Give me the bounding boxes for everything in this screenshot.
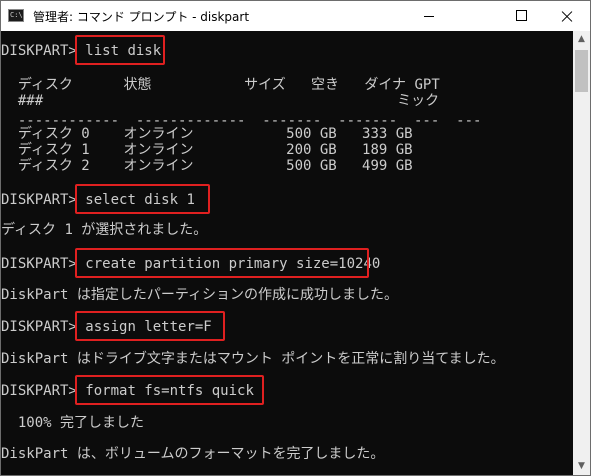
prompt: DISKPART> xyxy=(1,43,86,59)
table-row: ディスク 2 オンライン 500 GB 499 GB xyxy=(1,158,413,174)
table-header-2: ### ミック xyxy=(1,93,440,109)
scroll-down-arrow-icon[interactable]: ▼ xyxy=(573,458,590,475)
title-bar[interactable]: C:\ 管理者: コマンド プロンプト - diskpart xyxy=(1,1,590,31)
highlight-box-list-disk xyxy=(75,35,165,65)
vertical-scrollbar[interactable]: ▲ ▼ xyxy=(573,31,590,475)
scrollbar-thumb[interactable] xyxy=(575,50,588,92)
table-row: ディスク 1 オンライン 200 GB 189 GB xyxy=(1,142,413,158)
window-title: 管理者: コマンド プロンプト - diskpart xyxy=(33,10,250,24)
scroll-up-arrow-icon[interactable]: ▲ xyxy=(573,31,590,48)
console-output[interactable]: DISKPART> list disk ディスク 状態 サイズ 空き ダイナ G… xyxy=(1,31,573,475)
output-line: 100% 完了しました xyxy=(1,415,145,431)
output-line: DiskPart はドライブ文字またはマウント ポイントを正常に割り当てました。 xyxy=(1,351,505,367)
minimize-button[interactable] xyxy=(406,1,452,31)
maximize-icon xyxy=(516,10,527,21)
minimize-icon xyxy=(424,16,434,17)
maximize-button[interactable] xyxy=(498,1,544,30)
prompt: DISKPART> xyxy=(1,319,86,335)
highlight-box-assign-letter xyxy=(75,311,225,341)
prompt: DISKPART> xyxy=(1,192,86,208)
prompt: DISKPART> xyxy=(1,256,86,272)
highlight-box-create-partition xyxy=(75,248,369,278)
table-row: ディスク 0 オンライン 500 GB 333 GB xyxy=(1,126,413,142)
close-button[interactable] xyxy=(544,1,590,31)
output-line: DiskPart は指定したパーティションの作成に成功しました。 xyxy=(1,287,399,303)
output-line: ディスク 1 が選択されました。 xyxy=(1,222,208,238)
highlight-box-format xyxy=(75,375,264,405)
console-app-icon: C:\ xyxy=(8,9,24,22)
prompt: DISKPART> xyxy=(1,383,86,399)
table-header: ディスク 状態 サイズ 空き ダイナ GPT xyxy=(1,77,440,93)
output-line: DiskPart は、ボリュームのフォーマットを完了しました。 xyxy=(1,446,385,462)
command-prompt-window: C:\ 管理者: コマンド プロンプト - diskpart DISKPART>… xyxy=(0,0,591,476)
highlight-box-select-disk xyxy=(75,184,210,214)
